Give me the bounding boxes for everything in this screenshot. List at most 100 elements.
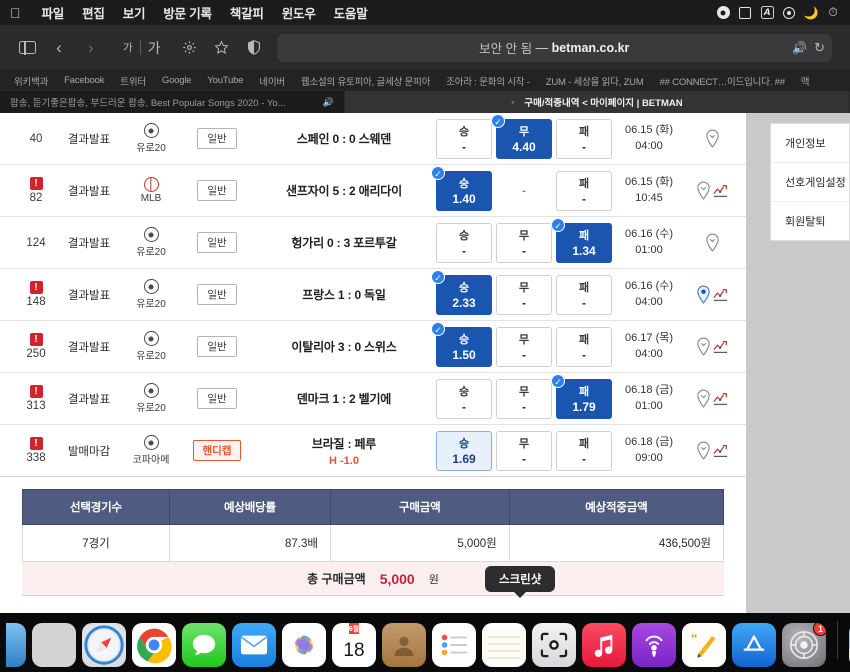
- dock-item-music[interactable]: [582, 623, 626, 667]
- dock-item-contacts[interactable]: [382, 623, 426, 667]
- dock-item-launchpad[interactable]: [32, 623, 76, 667]
- menu-item-view[interactable]: 보기: [114, 3, 155, 22]
- summary-value-payout: 436,500원: [508, 524, 725, 562]
- bookmark-item[interactable]: 위키백과: [6, 74, 56, 88]
- chart-icon[interactable]: [712, 391, 729, 407]
- dock-item-notes[interactable]: [482, 623, 526, 667]
- reload-icon[interactable]: ↻: [814, 40, 825, 56]
- sidebar-item-withdraw[interactable]: 회원탈퇴: [771, 202, 849, 240]
- odd-draw[interactable]: ✓ 무 4.40: [491, 113, 552, 159]
- privacy-shield-icon[interactable]: [239, 34, 269, 62]
- bookmark-item[interactable]: 맥: [793, 74, 818, 88]
- apple-menu-icon[interactable]: : [10, 5, 21, 21]
- record-icon[interactable]: [712, 5, 734, 21]
- chart-icon[interactable]: [712, 443, 729, 459]
- dock-item-calendar[interactable]: 6월 18: [332, 623, 376, 667]
- dock-item-reminders[interactable]: [432, 623, 476, 667]
- odd-lose[interactable]: 패 -: [556, 326, 612, 367]
- screen-mirror-icon[interactable]: [734, 5, 756, 21]
- menu-item-window[interactable]: 윈도우: [273, 3, 325, 22]
- odd-win[interactable]: 승 -: [436, 222, 492, 263]
- speaker-icon[interactable]: 🔊: [792, 41, 807, 55]
- back-icon[interactable]: ‹: [44, 34, 74, 62]
- tab-betman[interactable]: ▫ 구매/적중내역 < 마이페이지 | BETMAN: [345, 91, 850, 113]
- odd-lose[interactable]: ✓ 패 1.34: [551, 217, 612, 263]
- menu-item-history[interactable]: 방문 기록: [154, 3, 220, 22]
- bookmark-star-icon[interactable]: [207, 34, 237, 62]
- odd-draw[interactable]: 무 -: [496, 222, 552, 263]
- pin-icon[interactable]: [696, 181, 711, 200]
- dock-item-appstore[interactable]: [732, 623, 776, 667]
- text-size-small-label[interactable]: 가: [116, 40, 140, 55]
- address-bar[interactable]: 보안 안 됨 — betman.co.kr 🔊 ↻: [276, 33, 832, 62]
- odd-draw[interactable]: 무 -: [496, 378, 552, 419]
- odd-lose[interactable]: 패 -: [556, 118, 612, 159]
- odd-win[interactable]: ✓ 승 1.40: [431, 165, 492, 211]
- time-machine-icon[interactable]: ⏱: [822, 5, 844, 21]
- dock-item-safari[interactable]: [82, 623, 126, 667]
- table-row[interactable]: ! 250 결과발표 유로20 일반 이탈리아 3 : 0 스위스 ✓ 승 1.…: [0, 321, 746, 373]
- pin-icon[interactable]: [705, 129, 720, 148]
- bookmark-item[interactable]: 웹소설의 유토피아, 글세상 문피아: [293, 74, 438, 88]
- table-row[interactable]: 124 결과발표 유로20 일반 헝가리 0 : 3 포르투갈 승 - 무 - …: [0, 217, 746, 269]
- tab-audio-icon[interactable]: 🔊: [317, 97, 334, 108]
- chart-icon[interactable]: [712, 287, 729, 303]
- chart-icon[interactable]: [712, 183, 729, 199]
- chart-icon[interactable]: [712, 339, 729, 355]
- table-row[interactable]: ! 338 발매마감 코파아메 핸디캡 브라질 : 페루 H -1.0 승 1.…: [0, 425, 746, 477]
- menu-item-bookmarks[interactable]: 책갈피: [221, 3, 273, 22]
- odd-win[interactable]: ✓ 승 2.33: [431, 269, 492, 315]
- text-size-large-label[interactable]: 가: [141, 38, 168, 58]
- odd-win[interactable]: 승 1.69: [436, 430, 492, 471]
- odd-win[interactable]: ✓ 승 1.50: [431, 321, 492, 367]
- bookmark-item[interactable]: ZUM - 세상을 읽다, ZUM: [538, 74, 652, 88]
- dock-item-messages[interactable]: [182, 623, 226, 667]
- dock-item-finder[interactable]: [6, 623, 26, 667]
- odd-draw[interactable]: 무 -: [496, 326, 552, 367]
- bookmark-item[interactable]: Google: [154, 75, 199, 86]
- odd-lose[interactable]: 패 -: [556, 170, 612, 211]
- pin-icon[interactable]: [696, 441, 711, 460]
- forward-icon[interactable]: ›: [76, 34, 106, 62]
- sidebar-item-personal-info[interactable]: 개인정보: [771, 124, 849, 163]
- do-not-disturb-icon[interactable]: 🌙: [800, 5, 822, 21]
- text-size-control[interactable]: 가 가: [116, 38, 168, 58]
- bookmark-item[interactable]: Facebook: [56, 75, 112, 86]
- menu-item-file[interactable]: 파일: [33, 3, 74, 22]
- pin-icon-active[interactable]: [696, 285, 711, 304]
- odd-lose[interactable]: 패 -: [556, 274, 612, 315]
- gear-icon[interactable]: [175, 34, 205, 62]
- dock-item-system-preferences[interactable]: 1: [782, 623, 826, 667]
- bookmark-item[interactable]: 네이버: [251, 74, 293, 88]
- bookmark-item[interactable]: 트위터: [112, 74, 154, 88]
- dock-item-podcasts[interactable]: [632, 623, 676, 667]
- odd-draw[interactable]: 무 -: [496, 430, 552, 471]
- bookmark-item[interactable]: YouTube: [199, 75, 251, 86]
- table-row[interactable]: ! 82 결과발표 MLB 일반 샌프자이 5 : 2 애리다이 ✓ 승 1.4…: [0, 165, 746, 217]
- odd-win[interactable]: 승 -: [436, 378, 492, 419]
- table-row[interactable]: 40 결과발표 유로20 일반 스페인 0 : 0 스웨덴 승 - ✓ 무 4.…: [0, 113, 746, 165]
- table-row[interactable]: ! 313 결과발표 유로20 일반 덴마크 1 : 2 벨기에 승 - 무 -…: [0, 373, 746, 425]
- dock-item-photos[interactable]: [282, 623, 326, 667]
- odd-lose[interactable]: 패 -: [556, 430, 612, 471]
- odd-win[interactable]: 승 -: [436, 118, 492, 159]
- tab-music[interactable]: 팝송, 듣기좋은팝송, 부드러운 팝송, Best Popular Songs …: [0, 91, 345, 113]
- input-source-icon[interactable]: A: [756, 5, 778, 21]
- pin-icon[interactable]: [705, 233, 720, 252]
- dock-item-screenshot[interactable]: [532, 623, 576, 667]
- control-center-icon[interactable]: [778, 5, 800, 21]
- dock-item-pages[interactable]: “: [682, 623, 726, 667]
- pin-icon[interactable]: [696, 389, 711, 408]
- dock-item-chrome[interactable]: [132, 623, 176, 667]
- table-row[interactable]: ! 148 결과발표 유로20 일반 프랑스 1 : 0 독일 ✓ 승 2.33…: [0, 269, 746, 321]
- sidebar-toggle-icon[interactable]: [12, 34, 42, 62]
- bookmark-item[interactable]: ## CONNECT…이드입니다. ##: [652, 74, 793, 88]
- menu-item-edit[interactable]: 편집: [73, 3, 114, 22]
- sidebar-item-game-prefs[interactable]: 선호게임설정: [771, 163, 849, 202]
- bookmark-item[interactable]: 조아라 : 문화의 시작 -: [438, 74, 537, 88]
- odd-lose[interactable]: ✓ 패 1.79: [551, 373, 612, 419]
- menu-item-help[interactable]: 도움말: [325, 3, 377, 22]
- odd-draw[interactable]: 무 -: [496, 274, 552, 315]
- dock-item-mail[interactable]: [232, 623, 276, 667]
- pin-icon[interactable]: [696, 337, 711, 356]
